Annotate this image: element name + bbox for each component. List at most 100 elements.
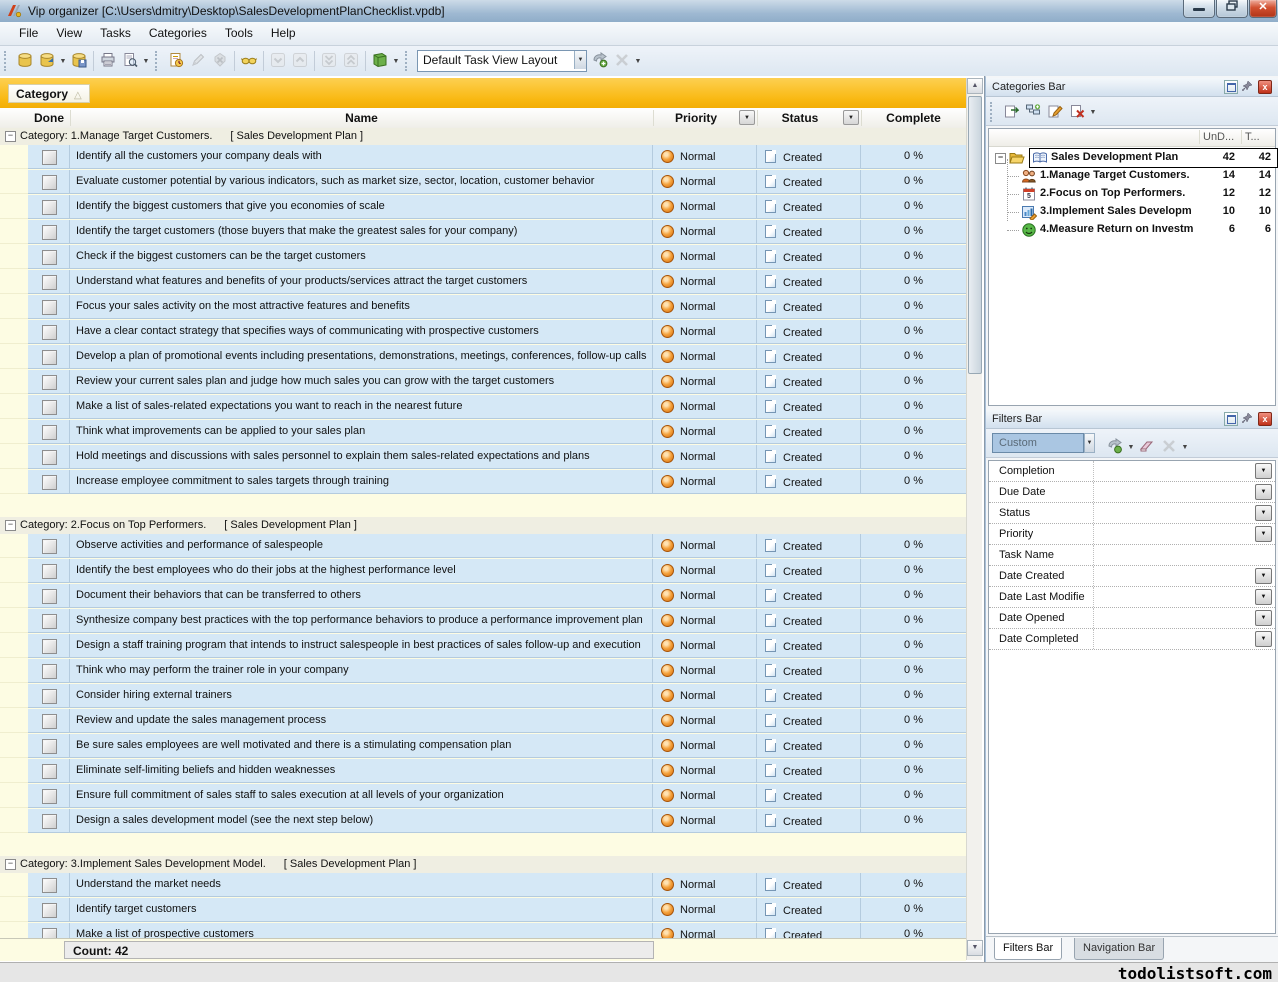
complete-cell[interactable]: 0 % — [861, 809, 966, 833]
done-checkbox[interactable] — [42, 539, 57, 554]
filter-row[interactable]: Date Last Modifie▼ — [989, 587, 1275, 608]
priority-cell[interactable]: Normal — [653, 809, 757, 833]
complete-cell[interactable]: 0 % — [861, 345, 966, 369]
priority-cell[interactable]: Normal — [653, 145, 757, 169]
status-cell[interactable]: Created — [757, 170, 861, 194]
status-cell[interactable]: Created — [757, 370, 861, 394]
done-checkbox[interactable] — [42, 225, 57, 240]
task-row[interactable]: Ensure full commitment of sales staff to… — [0, 784, 966, 809]
priority-cell[interactable]: Normal — [653, 759, 757, 783]
menu-categories[interactable]: Categories — [140, 22, 216, 46]
complete-cell[interactable]: 0 % — [861, 534, 966, 558]
complete-cell[interactable]: 0 % — [861, 873, 966, 897]
done-checkbox[interactable] — [42, 878, 57, 893]
status-cell[interactable]: Created — [757, 420, 861, 444]
edit-category-icon[interactable] — [1044, 100, 1066, 122]
task-name-cell[interactable]: Review and update the sales management p… — [70, 709, 653, 733]
tree-item-row[interactable]: 52.Focus on Top Performers.1212 — [989, 185, 1275, 203]
filter-dropdown-button[interactable]: ▼ — [1255, 610, 1272, 626]
status-cell[interactable]: Created — [757, 145, 861, 169]
tree-root-row[interactable]: −Sales Development Plan4242 — [989, 149, 1275, 167]
task-row[interactable]: Identify all the customers your company … — [0, 145, 966, 170]
task-row[interactable]: Identify target customersNormalCreated0 … — [0, 898, 966, 923]
chevron-down-icon[interactable]: ▼ — [1180, 435, 1190, 457]
task-name-cell[interactable]: Understand the market needs — [70, 873, 653, 897]
status-cell[interactable]: Created — [757, 559, 861, 583]
tab-filters-bar[interactable]: Filters Bar — [994, 938, 1062, 960]
task-name-cell[interactable]: Identify the biggest customers that give… — [70, 195, 653, 219]
filter-row[interactable]: Date Completed▼ — [989, 629, 1275, 650]
done-checkbox[interactable] — [42, 639, 57, 654]
priority-cell[interactable]: Normal — [653, 584, 757, 608]
group-by-category-button[interactable]: Category△ — [8, 84, 90, 103]
task-row[interactable]: Review your current sales plan and judge… — [0, 370, 966, 395]
task-row[interactable]: Make a list of sales-related expectation… — [0, 395, 966, 420]
priority-cell[interactable]: Normal — [653, 898, 757, 922]
done-checkbox[interactable] — [42, 200, 57, 215]
done-checkbox[interactable] — [42, 564, 57, 579]
category-group-header[interactable]: −Category: 1.Manage Target Customers.[ S… — [0, 128, 966, 146]
task-name-cell[interactable]: Identify the target customers (those buy… — [70, 220, 653, 244]
apply-layout-icon[interactable] — [589, 49, 611, 71]
column-name[interactable]: Name — [70, 111, 653, 125]
complete-cell[interactable]: 0 % — [861, 709, 966, 733]
new-database-icon[interactable] — [14, 49, 36, 71]
done-checkbox[interactable] — [42, 275, 57, 290]
complete-cell[interactable]: 0 % — [861, 170, 966, 194]
task-name-cell[interactable]: Consider hiring external trainers — [70, 684, 653, 708]
task-name-cell[interactable]: Have a clear contact strategy that speci… — [70, 320, 653, 344]
status-cell[interactable]: Created — [757, 634, 861, 658]
status-cell[interactable]: Created — [757, 809, 861, 833]
glasses-icon[interactable] — [238, 49, 260, 71]
priority-cell[interactable]: Normal — [653, 634, 757, 658]
complete-cell[interactable]: 0 % — [861, 584, 966, 608]
priority-cell[interactable]: Normal — [653, 470, 757, 494]
status-cell[interactable]: Created — [757, 245, 861, 269]
complete-cell[interactable]: 0 % — [861, 370, 966, 394]
task-name-cell[interactable]: Understand what features and benefits of… — [70, 270, 653, 294]
complete-cell[interactable]: 0 % — [861, 395, 966, 419]
filter-row[interactable]: Completion▼ — [989, 461, 1275, 482]
task-name-cell[interactable]: Be sure sales employees are well motivat… — [70, 734, 653, 758]
priority-cell[interactable]: Normal — [653, 320, 757, 344]
status-cell[interactable]: Created — [757, 759, 861, 783]
chevron-down-icon[interactable]: ▼ — [58, 49, 68, 71]
minimize-button[interactable] — [1183, 0, 1215, 18]
done-checkbox[interactable] — [42, 614, 57, 629]
priority-cell[interactable]: Normal — [653, 873, 757, 897]
status-cell[interactable]: Created — [757, 923, 861, 938]
done-checkbox[interactable] — [42, 475, 57, 490]
status-cell[interactable]: Created — [757, 395, 861, 419]
task-name-cell[interactable]: Observe activities and performance of sa… — [70, 534, 653, 558]
tree-item-row[interactable]: 3.Implement Sales Developm1010 — [989, 203, 1275, 221]
priority-cell[interactable]: Normal — [653, 445, 757, 469]
undone-column-header[interactable]: UnD... — [1203, 131, 1234, 143]
priority-cell[interactable]: Normal — [653, 220, 757, 244]
complete-cell[interactable]: 0 % — [861, 559, 966, 583]
print-preview-icon[interactable] — [119, 49, 141, 71]
task-name-cell[interactable]: Synthesize company best practices with t… — [70, 609, 653, 633]
new-subcategory-icon[interactable] — [1022, 100, 1044, 122]
priority-cell[interactable]: Normal — [653, 345, 757, 369]
notes-icon[interactable] — [369, 49, 391, 71]
task-row[interactable]: Document their behaviors that can be tra… — [0, 584, 966, 609]
task-name-cell[interactable]: Document their behaviors that can be tra… — [70, 584, 653, 608]
complete-cell[interactable]: 0 % — [861, 923, 966, 938]
status-cell[interactable]: Created — [757, 898, 861, 922]
filter-row[interactable]: Priority▼ — [989, 524, 1275, 545]
done-checkbox[interactable] — [42, 903, 57, 918]
complete-cell[interactable]: 0 % — [861, 195, 966, 219]
new-category-icon[interactable] — [1000, 100, 1022, 122]
task-row[interactable]: Be sure sales employees are well motivat… — [0, 734, 966, 759]
status-cell[interactable]: Created — [757, 709, 861, 733]
task-row[interactable]: Identify the best employees who do their… — [0, 559, 966, 584]
done-checkbox[interactable] — [42, 739, 57, 754]
chevron-down-icon[interactable]: ▼ — [391, 49, 401, 71]
tree-item-row[interactable]: 1.Manage Target Customers.1414 — [989, 167, 1275, 185]
status-cell[interactable]: Created — [757, 584, 861, 608]
column-complete[interactable]: Complete — [861, 111, 966, 125]
task-name-cell[interactable]: Hold meetings and discussions with sales… — [70, 445, 653, 469]
task-row[interactable]: Have a clear contact strategy that speci… — [0, 320, 966, 345]
task-name-cell[interactable]: Review your current sales plan and judge… — [70, 370, 653, 394]
task-row[interactable]: Consider hiring external trainersNormalC… — [0, 684, 966, 709]
